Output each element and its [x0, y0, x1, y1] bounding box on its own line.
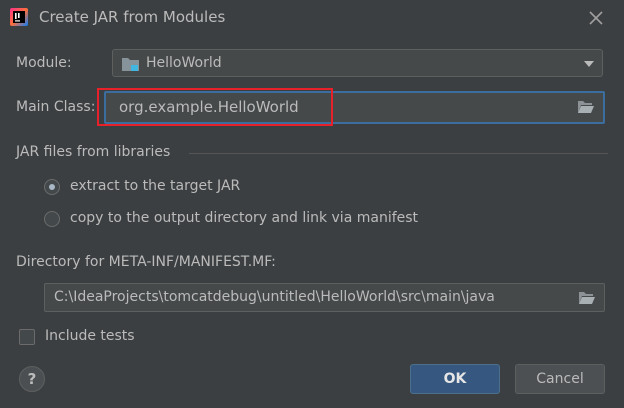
create-jar-dialog: Create JAR from Modules Module: HelloWor…: [0, 0, 624, 408]
copy-radio[interactable]: [44, 211, 60, 227]
manifest-dir-value: C:\IdeaProjects\tomcatdebug\untitled\Hel…: [54, 289, 495, 305]
group-separator: [189, 153, 608, 154]
main-class-label: Main Class:: [16, 99, 96, 115]
cancel-button[interactable]: Cancel: [515, 364, 605, 394]
ok-button[interactable]: OK: [410, 364, 500, 394]
folder-open-icon[interactable]: [578, 291, 596, 305]
extract-radio[interactable]: [44, 179, 60, 195]
manifest-dir-label: Directory for META-INF/MANIFEST.MF:: [16, 254, 276, 270]
module-label: Module:: [16, 55, 72, 71]
main-class-value: org.example.HelloWorld: [119, 98, 299, 116]
main-class-input[interactable]: org.example.HelloWorld: [104, 91, 605, 124]
intellij-idea-icon: [10, 8, 28, 26]
help-button[interactable]: ?: [19, 366, 45, 392]
manifest-dir-input[interactable]: C:\IdeaProjects\tomcatdebug\untitled\Hel…: [44, 283, 605, 312]
module-dropdown[interactable]: HelloWorld: [112, 49, 603, 77]
include-tests-checkbox[interactable]: [19, 329, 35, 345]
include-tests-label[interactable]: Include tests: [45, 328, 135, 344]
jar-files-group-title: JAR files from libraries: [16, 144, 171, 160]
close-icon[interactable]: [586, 8, 606, 28]
folder-open-icon[interactable]: [577, 100, 595, 114]
copy-radio-label[interactable]: copy to the output directory and link vi…: [70, 210, 418, 226]
dialog-title: Create JAR from Modules: [39, 8, 226, 26]
extract-radio-label[interactable]: extract to the target JAR: [70, 178, 240, 194]
chevron-down-icon: [584, 61, 594, 67]
module-folder-icon: [122, 58, 139, 71]
title-bar: Create JAR from Modules: [0, 0, 624, 36]
module-value: HelloWorld: [146, 55, 222, 71]
